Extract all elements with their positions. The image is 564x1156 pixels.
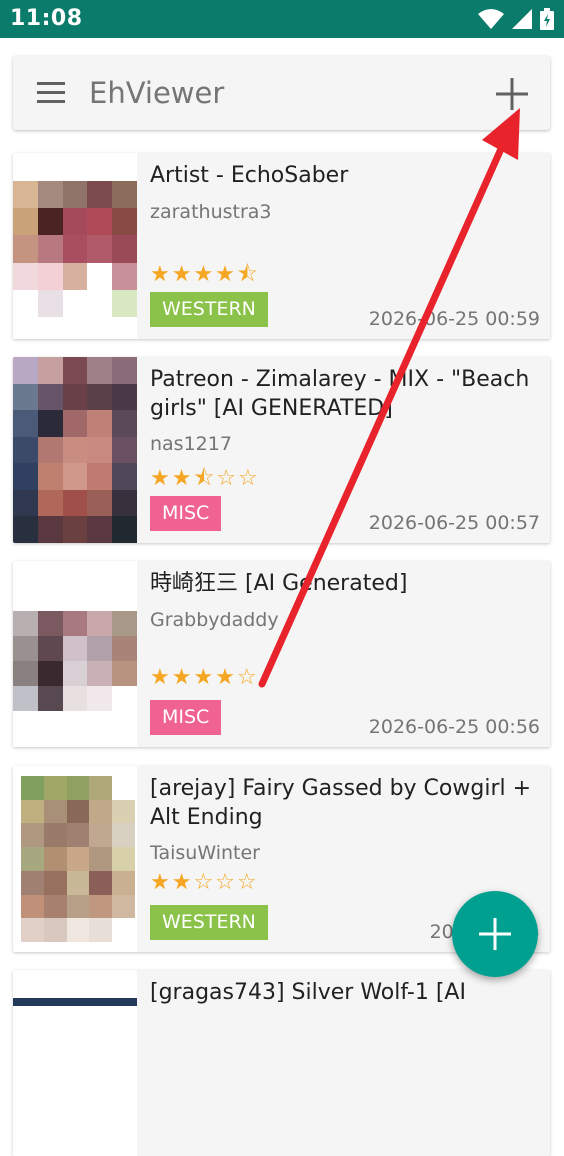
annotation-arrow xyxy=(258,108,520,688)
